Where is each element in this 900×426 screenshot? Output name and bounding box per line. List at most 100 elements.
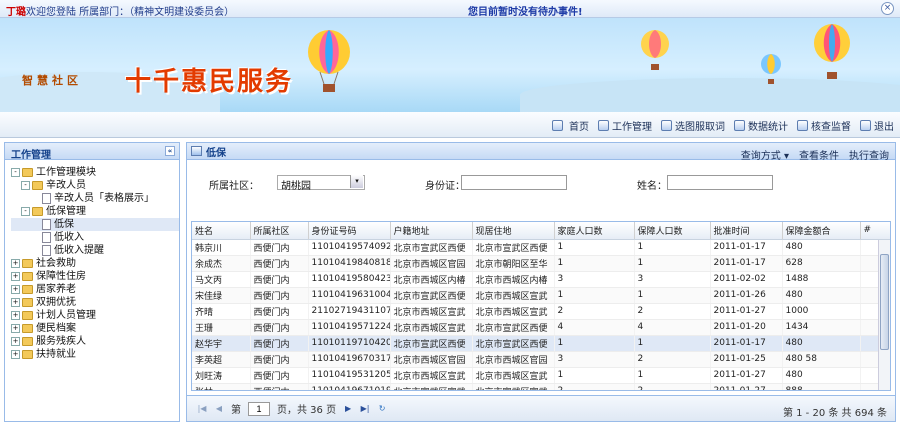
page-number-input[interactable] [248,401,270,416]
column-header[interactable]: 姓名 [192,222,251,240]
column-header[interactable]: 户籍地址 [390,222,473,240]
expand-icon[interactable]: + [11,285,20,294]
column-header[interactable]: 保障人口数 [634,222,711,240]
table-cell: 北京市西城区宣武 [472,303,555,320]
table-row[interactable]: 马文丙西便门内11010419580423355北京市西城区内椿北京市西城区内椿… [192,271,890,288]
table-cell: 480 [782,335,861,352]
id-number-input[interactable] [461,175,567,190]
toolbar-stats[interactable]: 数据统计 [734,118,788,133]
table-row[interactable]: 韩京川西便门内11010419574092118北京市宣武区西便北京市宣武区西便… [192,239,890,256]
refresh-icon[interactable]: ↻ [377,404,387,414]
table-cell: 北京市宣武区宣武 [472,383,555,390]
expand-icon[interactable]: + [11,324,20,333]
table-row[interactable]: 齐晴西便门内21102719431107453北京市西城区宣武北京市西城区宣武2… [192,303,890,320]
name-input[interactable] [667,175,773,190]
table-cell: 3 [634,271,711,288]
table-cell: 西便门内 [250,239,309,256]
tree-node-label: 居家养老 [36,284,76,295]
scroll-thumb[interactable] [880,254,889,350]
table-cell: 北京市宣武区西便 [390,287,473,304]
banner-subtitle: 智慧社区 [22,74,82,87]
tree-node[interactable]: - 低保管理 [11,205,179,218]
expand-icon[interactable]: + [11,272,20,281]
view-criteria-button[interactable]: 查看条件 [799,147,839,162]
table-cell: 1000 [782,303,861,320]
table-cell: 2011-01-26 [710,287,783,304]
tree-node[interactable]: 辛改人员「表格展示」 [11,192,179,205]
column-header[interactable]: 保障金额合 [782,222,861,240]
collapse-node-icon[interactable]: - [11,168,20,177]
table-cell: 4 [634,319,711,336]
tree-node[interactable]: + 计划人员管理 [11,309,179,322]
tree-node[interactable]: + 便民档案 [11,322,179,335]
prev-page-icon[interactable]: ◀ [214,404,224,414]
tree-node[interactable]: + 社会救助 [11,257,179,270]
column-header[interactable]: 身份证号码 [308,222,391,240]
toolbar-exit[interactable]: 退出 [860,118,894,133]
table-row[interactable]: 余成杰西便门内11010419840818355X北京市西城区官园北京市朝阳区至… [192,255,890,272]
chevron-down-icon[interactable]: ▾ [350,175,363,188]
tree-node[interactable]: + 扶持就业 [11,348,179,361]
pending-notice: 您目前暂时没有待办事件! [468,7,583,18]
table-cell: 2011-01-25 [710,351,783,368]
file-icon [42,232,51,243]
tree-node[interactable]: - 工作管理模块 [11,166,179,179]
table-row[interactable]: 王珊西便门内11010419571224237北京市西城区宣武北京市宣武区西便4… [192,319,890,336]
tree-node[interactable]: - 辛改人员 [11,179,179,192]
table-cell: 西便门内 [250,319,309,336]
column-header[interactable]: 所属社区 [250,222,309,240]
last-page-icon[interactable]: ▶| [360,404,370,414]
run-query-button[interactable]: 执行查询 [849,147,889,162]
table-row[interactable]: 张林西便门内11010419671019003北京市宣武区宣武北京市宣武区宣武2… [192,383,890,390]
first-page-icon[interactable]: |◀ [197,404,207,414]
expand-icon[interactable]: + [11,337,20,346]
table-cell: 3 [554,351,635,368]
collapse-node-icon[interactable]: - [21,181,30,190]
table-row[interactable]: 李英超西便门内11010419670317365北京市西城区官园北京市西城区官园… [192,351,890,368]
table-row[interactable]: 赵华宇西便门内11010119710420151B北京市宣武区西便北京市宣武区西… [192,335,890,352]
table-cell: 北京市西城区宣武 [472,367,555,384]
expand-icon[interactable]: + [11,350,20,359]
tree-node[interactable]: 低收入提醒 [11,244,179,257]
table-cell: 2 [634,383,711,390]
expand-icon[interactable]: + [11,298,20,307]
table-cell: 480 [782,367,861,384]
tree-node[interactable]: 低保 [11,218,179,231]
toolbar-pick[interactable]: 选图服取词 [661,118,725,133]
table-cell: 628 [782,255,861,272]
id-label: 身份证： [425,181,465,192]
records-grid: 姓名 所属社区 身份证号码 户籍地址 现居住地 家庭人口数 保障人口数 批准时间 保障金额合 #… [191,221,891,391]
table-cell: 11010419671019003 [308,383,391,390]
toolbar-check[interactable]: 核查监督 [797,118,851,133]
page-prefix: 第 [231,405,241,416]
table-cell: 1488 [782,271,861,288]
column-header[interactable]: 家庭人口数 [554,222,635,240]
query-mode-button[interactable]: 查询方式 ▾ [741,147,789,162]
table-row[interactable]: 刘旺涛西便门内11010419531205274北京市西城区宣武北京市西城区宣武… [192,367,890,384]
vertical-scrollbar[interactable] [878,240,890,390]
collapse-icon[interactable]: « [165,146,175,156]
table-cell: 西便门内 [250,367,309,384]
table-cell: 1 [634,239,711,256]
tree-node[interactable]: 低收入 [11,231,179,244]
toolbar-label: 核查监督 [811,122,851,133]
tree-node[interactable]: + 服务残疾人 [11,335,179,348]
toolbar-work[interactable]: 工作管理 [598,118,652,133]
collapse-node-icon[interactable]: - [21,207,30,216]
next-page-icon[interactable]: ▶ [343,404,353,414]
column-header[interactable]: # [860,222,890,240]
table-cell: 北京市宣武区西便 [472,319,555,336]
column-header[interactable]: 批准时间 [710,222,783,240]
table-row[interactable]: 宋佳绿西便门内11010419631004114北京市宣武区西便北京市西城区宣武… [192,287,890,304]
close-icon[interactable]: × [881,2,894,15]
toolbar-home[interactable]: 首页 [552,118,589,133]
expand-icon[interactable]: + [11,311,20,320]
tree-node[interactable]: + 居家养老 [11,283,179,296]
tree-node[interactable]: + 保障性住房 [11,270,179,283]
expand-icon[interactable]: + [11,259,20,268]
folder-icon [22,350,33,359]
table-cell: 北京市西城区宣武 [390,303,473,320]
column-header[interactable]: 现居住地 [472,222,555,240]
tree-node[interactable]: + 双拥优抚 [11,296,179,309]
table-cell: 480 58 [782,351,861,368]
